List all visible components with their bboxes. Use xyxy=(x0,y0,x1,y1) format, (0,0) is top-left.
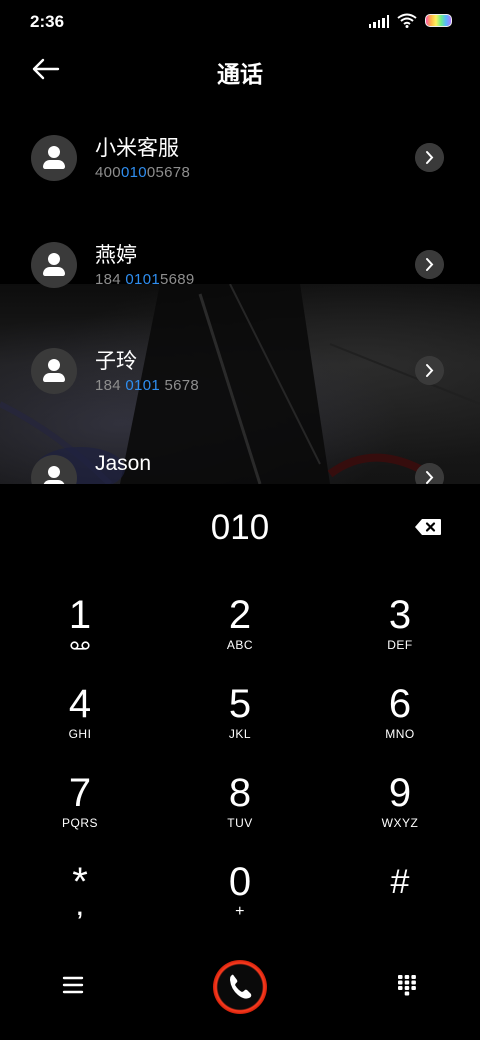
status-bar: 2:36 xyxy=(0,0,480,44)
key-6[interactable]: 6 MNO xyxy=(345,681,455,761)
contact-number: 184 01015689 xyxy=(95,271,195,288)
contact-name: 子玲 xyxy=(95,350,137,373)
contact-list: 小米客服 40001005678 燕婷 184 01015689 子玲 184 … xyxy=(0,106,480,484)
dialed-number: 010 xyxy=(210,508,270,547)
chevron-right-icon[interactable] xyxy=(415,143,444,172)
dialer-panel: 010 1 2 ABC 3 DEF 4 GHI 5 JKL 6 MNO 7 PQ… xyxy=(0,484,480,1040)
key-5[interactable]: 5 JKL xyxy=(185,681,295,761)
contact-row[interactable]: 子玲 184 0101 5678 xyxy=(0,342,480,432)
contact-name: Jason xyxy=(95,452,152,475)
key-1[interactable]: 1 xyxy=(25,592,135,672)
signal-icon xyxy=(368,14,389,28)
backspace-icon[interactable] xyxy=(414,518,442,536)
voicemail-icon xyxy=(70,641,90,650)
avatar xyxy=(31,242,77,288)
status-icons xyxy=(368,13,452,28)
contact-row[interactable]: Jason xyxy=(0,449,480,484)
bottom-bar xyxy=(0,946,480,1026)
key-0[interactable]: 0 + xyxy=(185,859,295,939)
chevron-right-icon[interactable] xyxy=(415,250,444,279)
contact-row[interactable]: 燕婷 184 01015689 xyxy=(0,236,480,326)
contact-name: 小米客服 xyxy=(95,137,179,160)
key-star[interactable]: * , xyxy=(25,859,135,939)
avatar xyxy=(31,455,77,484)
contact-name: 燕婷 xyxy=(95,244,137,267)
key-9[interactable]: 9 WXYZ xyxy=(345,770,455,850)
wifi-icon xyxy=(397,13,417,28)
phone-call-icon xyxy=(230,974,252,999)
battery-icon xyxy=(425,14,452,27)
keypad-icon[interactable] xyxy=(397,974,417,996)
chevron-right-icon[interactable] xyxy=(415,356,444,385)
header: 通话 xyxy=(0,44,480,96)
avatar xyxy=(31,348,77,394)
key-hash[interactable]: # xyxy=(345,859,455,939)
chevron-right-icon[interactable] xyxy=(415,463,444,484)
call-button[interactable] xyxy=(213,960,267,1014)
contact-row[interactable]: 小米客服 40001005678 xyxy=(0,129,480,219)
avatar xyxy=(31,135,77,181)
dialer-screen: 2:36 通话 小米客服 40001005678 燕婷 184 01015689… xyxy=(0,0,480,1040)
contact-number: 40001005678 xyxy=(95,164,191,181)
key-7[interactable]: 7 PQRS xyxy=(25,770,135,850)
menu-icon[interactable] xyxy=(62,975,84,995)
key-3[interactable]: 3 DEF xyxy=(345,592,455,672)
contact-number: 184 0101 5678 xyxy=(95,377,200,394)
key-8[interactable]: 8 TUV xyxy=(185,770,295,850)
page-title: 通话 xyxy=(217,61,263,87)
key-2[interactable]: 2 ABC xyxy=(185,592,295,672)
status-time: 2:36 xyxy=(30,12,65,31)
key-4[interactable]: 4 GHI xyxy=(25,681,135,761)
